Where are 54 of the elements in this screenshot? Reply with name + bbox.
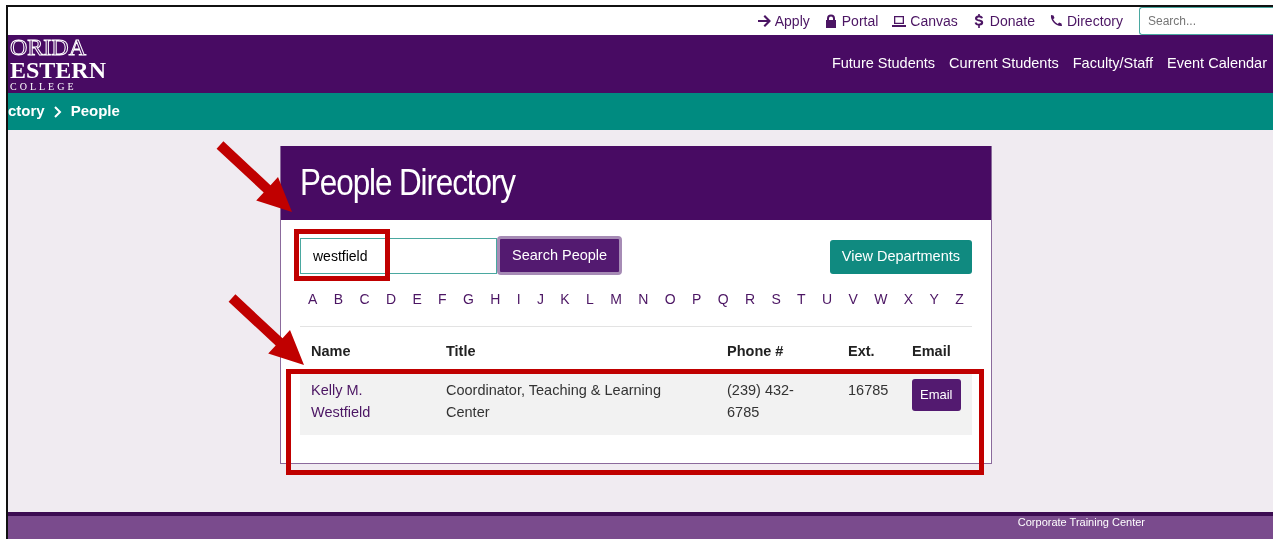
- letter-link[interactable]: D: [385, 289, 396, 310]
- utility-link[interactable]: Portal: [823, 10, 879, 32]
- letter-link[interactable]: K: [560, 289, 570, 310]
- column-header: Ext.: [847, 342, 876, 361]
- letter-link[interactable]: H: [490, 289, 501, 310]
- letter-link[interactable]: O: [664, 289, 676, 310]
- breadcrumb-link[interactable]: ctory: [8, 100, 45, 123]
- letter-link[interactable]: S: [771, 289, 781, 310]
- letter-link[interactable]: W: [874, 289, 888, 310]
- letter-link[interactable]: Y: [929, 289, 939, 310]
- letter-link[interactable]: J: [537, 289, 544, 310]
- letter-link[interactable]: X: [903, 289, 914, 310]
- lock-icon: [823, 14, 838, 28]
- phone-icon: [1049, 14, 1063, 28]
- letter-link[interactable]: I: [516, 289, 521, 310]
- letter-link[interactable]: U: [822, 289, 833, 310]
- letter-link[interactable]: L: [586, 289, 594, 310]
- letter-link[interactable]: Z: [955, 289, 964, 310]
- nav-link[interactable]: Current Students: [949, 53, 1059, 75]
- letter-link[interactable]: P: [691, 289, 702, 310]
- letter-link[interactable]: N: [638, 289, 649, 310]
- departments-button[interactable]: View Departments: [829, 239, 972, 274]
- letter-link[interactable]: C: [359, 289, 370, 310]
- arrow-right-icon: [756, 14, 771, 28]
- nav-link[interactable]: Event Calendar: [1167, 53, 1267, 75]
- letter-link[interactable]: G: [463, 289, 474, 310]
- letter-link[interactable]: E: [412, 289, 422, 310]
- utility-link[interactable]: Apply: [756, 10, 810, 32]
- column-header: Email: [911, 342, 952, 361]
- column-header: Phone #: [726, 342, 785, 361]
- letter-link[interactable]: B: [333, 289, 344, 310]
- footer-link[interactable]: Corporate Training Center: [1017, 516, 1145, 528]
- search-button[interactable]: Search People: [497, 236, 623, 275]
- laptop-icon: [892, 14, 907, 28]
- email-button[interactable]: Email: [912, 378, 961, 411]
- college-logo[interactable]: ORIDA ESTERN COLLEGE: [10, 36, 107, 92]
- letter-link[interactable]: T: [797, 289, 806, 310]
- letter-link[interactable]: Q: [717, 289, 729, 310]
- chevron-right-icon: [52, 105, 63, 118]
- search-input[interactable]: westfield: [300, 238, 497, 274]
- letter-link[interactable]: A: [308, 289, 318, 310]
- utility-link[interactable]: Canvas: [892, 10, 958, 32]
- column-header: Title: [445, 342, 477, 361]
- search-field[interactable]: Search...: [1139, 7, 1273, 35]
- letter-link[interactable]: M: [610, 289, 622, 310]
- page-heading: People Directory: [300, 160, 515, 205]
- letter-link[interactable]: V: [848, 289, 858, 310]
- nav-link[interactable]: Faculty/Staff: [1072, 53, 1154, 75]
- utility-link[interactable]: Directory: [1049, 10, 1123, 32]
- utility-link[interactable]: Donate: [971, 10, 1035, 32]
- nav-link[interactable]: Future Students: [831, 53, 936, 75]
- letter-link[interactable]: F: [438, 289, 447, 310]
- column-header: Name: [310, 342, 352, 361]
- letter-link[interactable]: R: [744, 289, 756, 310]
